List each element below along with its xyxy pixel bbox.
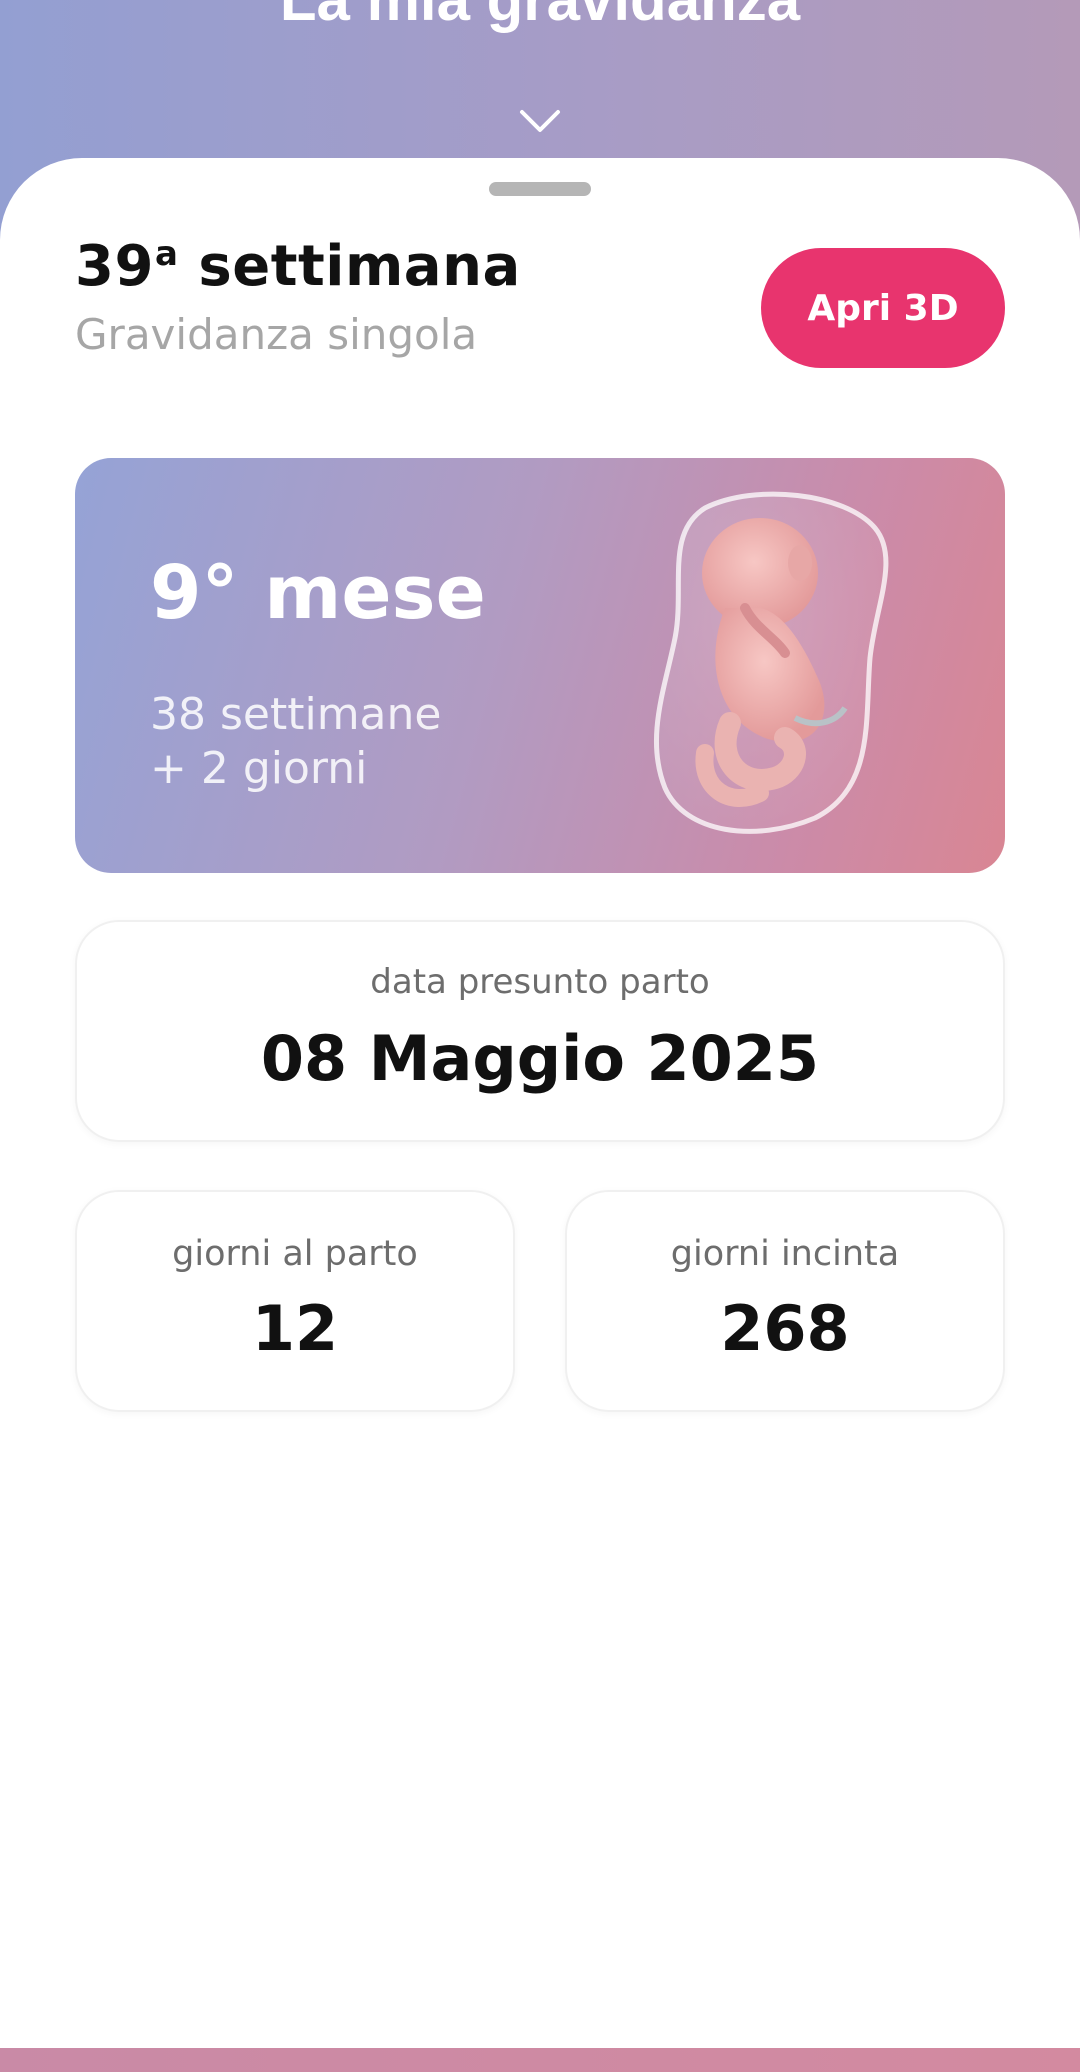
due-date-value: 08 Maggio 2025 (260, 1022, 820, 1095)
chevron-down-icon[interactable] (518, 106, 562, 136)
week-title: 39a settimana (75, 234, 521, 299)
weeks-days-text: 38 settimane + 2 giorni (150, 688, 441, 796)
days-to-birth-value: 12 (251, 1292, 339, 1365)
days-pregnant-card[interactable]: giorni incinta 268 (565, 1190, 1005, 1412)
month-card[interactable]: 9° mese 38 settimane + 2 giorni (75, 458, 1005, 873)
days-to-birth-card[interactable]: giorni al parto 12 (75, 1190, 515, 1412)
due-date-label: data presunto parto (370, 962, 710, 1002)
pregnancy-type: Gravidanza singola (75, 310, 478, 359)
fetus-illustration (653, 491, 889, 834)
bottom-sheet: 39a settimana Gravidanza singola Apri 3D… (0, 158, 1080, 2048)
sheet-drag-handle[interactable] (489, 182, 591, 196)
page-title: La mia gravidanza (0, 0, 1080, 30)
open-3d-button[interactable]: Apri 3D (761, 248, 1005, 368)
weeks-line: 38 settimane (150, 689, 442, 740)
due-date-card[interactable]: data presunto parto 08 Maggio 2025 (75, 920, 1005, 1142)
bottom-bar-edge (0, 2048, 1080, 2072)
month-label: 9° mese (150, 550, 486, 636)
days-to-birth-label: giorni al parto (172, 1234, 418, 1274)
days-line: + 2 giorni (150, 743, 368, 794)
days-pregnant-value: 268 (720, 1292, 850, 1365)
days-pregnant-label: giorni incinta (670, 1234, 900, 1274)
